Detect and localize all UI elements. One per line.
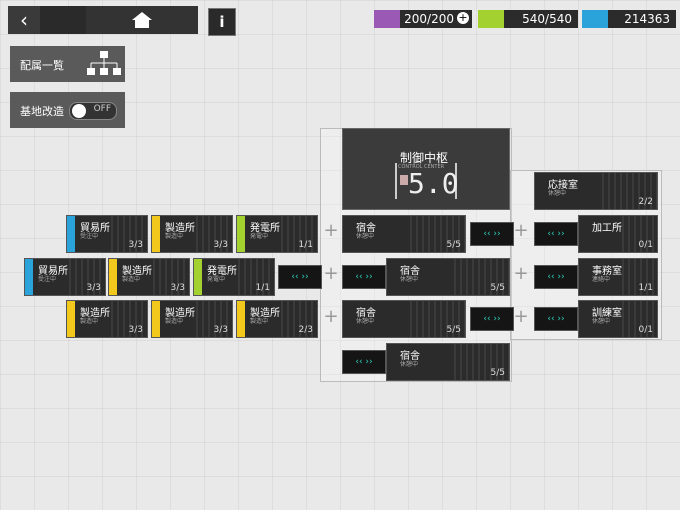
info-button[interactable]: i	[208, 8, 236, 36]
room-status: 製造中	[165, 233, 184, 240]
factory-2[interactable]: 製造所 製造中 3/3	[108, 258, 190, 296]
corridor-dorm-4[interactable]: ‹‹ ››	[342, 350, 386, 374]
lmd-value: 214363	[624, 12, 670, 26]
trading-post-1[interactable]: 貿易所 受注中 3/3	[66, 215, 148, 253]
drone-counter: 200/200 +	[374, 10, 472, 28]
base-renovation-label: 基地改造	[20, 105, 64, 118]
corridor-right-2[interactable]: ‹‹ ››	[534, 265, 578, 289]
room-status: 製造中	[80, 318, 99, 325]
room-occupancy: 5/5	[446, 325, 462, 335]
room-occupancy: 3/3	[213, 240, 229, 250]
chevron-left-icon: ‹	[20, 8, 28, 32]
room-occupancy: 1/1	[298, 240, 314, 250]
add-drone-icon[interactable]: +	[457, 12, 469, 24]
plus-icon: +	[323, 220, 339, 241]
room-status: 休憩中	[356, 233, 375, 240]
dorm-1[interactable]: 宿舎 休憩中 5/5	[342, 215, 466, 253]
room-status: 休憩中	[400, 276, 419, 283]
control-center[interactable]: 制御中枢 CONTROL CENTER 5.0	[342, 128, 510, 210]
room-occupancy: 5/5	[490, 368, 506, 378]
workshop[interactable]: 加工所 0/1	[578, 215, 658, 253]
reception-room[interactable]: 応接室 休憩中 2/2	[534, 172, 658, 210]
room-occupancy: 3/3	[128, 240, 144, 250]
plus-icon: +	[513, 306, 529, 327]
room-occupancy: 1/1	[255, 283, 271, 293]
lmd-icon	[582, 10, 608, 28]
level-marker-icon	[400, 175, 408, 185]
plus-icon: +	[513, 263, 529, 284]
toggle-state: OFF	[93, 104, 111, 114]
room-status: 製造中	[122, 276, 141, 283]
room-status: 製造中	[250, 318, 269, 325]
room-status: 受注中	[38, 276, 57, 283]
room-occupancy: 2/3	[298, 325, 314, 335]
room-occupancy: 3/3	[213, 325, 229, 335]
power-icon	[478, 10, 504, 28]
factory-3[interactable]: 製造所 製造中 3/3	[66, 300, 148, 338]
room-status: 製造中	[165, 318, 184, 325]
room-name: 加工所	[592, 223, 622, 234]
factory-5[interactable]: 製造所 製造中 2/3	[236, 300, 318, 338]
dorm-4[interactable]: 宿舎 休憩中 5/5	[386, 343, 510, 381]
plus-icon: +	[513, 220, 529, 241]
renovation-toggle[interactable]: OFF	[69, 102, 117, 120]
room-status: 受注中	[80, 233, 99, 240]
assignment-list-label: 配属一覧	[20, 59, 64, 72]
trading-post-2[interactable]: 貿易所 受注中 3/3	[24, 258, 106, 296]
power-plant-1[interactable]: 発電所 発電中 1/1	[236, 215, 318, 253]
home-icon	[132, 12, 152, 28]
dorm-3[interactable]: 宿舎 休憩中 5/5	[342, 300, 466, 338]
power-value: 540/540	[522, 12, 572, 26]
home-button[interactable]	[86, 6, 198, 34]
back-button[interactable]: ‹	[8, 6, 40, 34]
corridor-dorm-3[interactable]: ‹‹ ››	[470, 307, 514, 331]
room-occupancy: 5/5	[490, 283, 506, 293]
corridor-left[interactable]: ‹‹ ››	[278, 265, 322, 289]
drone-value: 200/200	[404, 12, 454, 26]
room-occupancy: 5/5	[446, 240, 462, 250]
power-counter: 540/540	[478, 10, 578, 28]
room-occupancy: 3/3	[128, 325, 144, 335]
lmd-counter: 214363	[582, 10, 676, 28]
factory-4[interactable]: 製造所 製造中 3/3	[151, 300, 233, 338]
toggle-knob	[72, 104, 86, 118]
training-room[interactable]: 訓練室 休憩中 0/1	[578, 300, 658, 338]
room-occupancy: 3/3	[86, 283, 102, 293]
room-occupancy: 0/1	[638, 325, 654, 335]
base-renovation-button[interactable]: 基地改造 OFF	[10, 92, 125, 128]
corridor-dorm-1[interactable]: ‹‹ ››	[470, 222, 514, 246]
room-occupancy: 0/1	[638, 240, 654, 250]
dorm-2[interactable]: 宿舎 休憩中 5/5	[386, 258, 510, 296]
corridor-dorm-2[interactable]: ‹‹ ››	[342, 265, 386, 289]
plus-icon: +	[323, 306, 339, 327]
room-status: 休憩中	[592, 318, 611, 325]
room-status: 休憩中	[400, 361, 419, 368]
corridor-right-3[interactable]: ‹‹ ››	[534, 307, 578, 331]
corridor-right-1[interactable]: ‹‹ ››	[534, 222, 578, 246]
room-status: 発電中	[207, 276, 226, 283]
drone-icon	[374, 10, 400, 28]
office[interactable]: 事務室 連絡中 1/1	[578, 258, 658, 296]
room-status: 連絡中	[592, 276, 611, 283]
factory-1[interactable]: 製造所 製造中 3/3	[151, 215, 233, 253]
room-occupancy: 2/2	[638, 197, 654, 207]
control-center-level: 5.0	[408, 167, 459, 200]
room-status: 発電中	[250, 233, 269, 240]
room-status: 休憩中	[548, 190, 567, 197]
room-occupancy: 3/3	[170, 283, 186, 293]
plus-icon: +	[323, 263, 339, 284]
assignment-list-button[interactable]: 配属一覧	[10, 46, 125, 82]
room-occupancy: 1/1	[638, 283, 654, 293]
room-status: 休憩中	[356, 318, 375, 325]
power-plant-2[interactable]: 発電所 発電中 1/1	[193, 258, 275, 296]
org-chart-icon	[87, 51, 121, 75]
